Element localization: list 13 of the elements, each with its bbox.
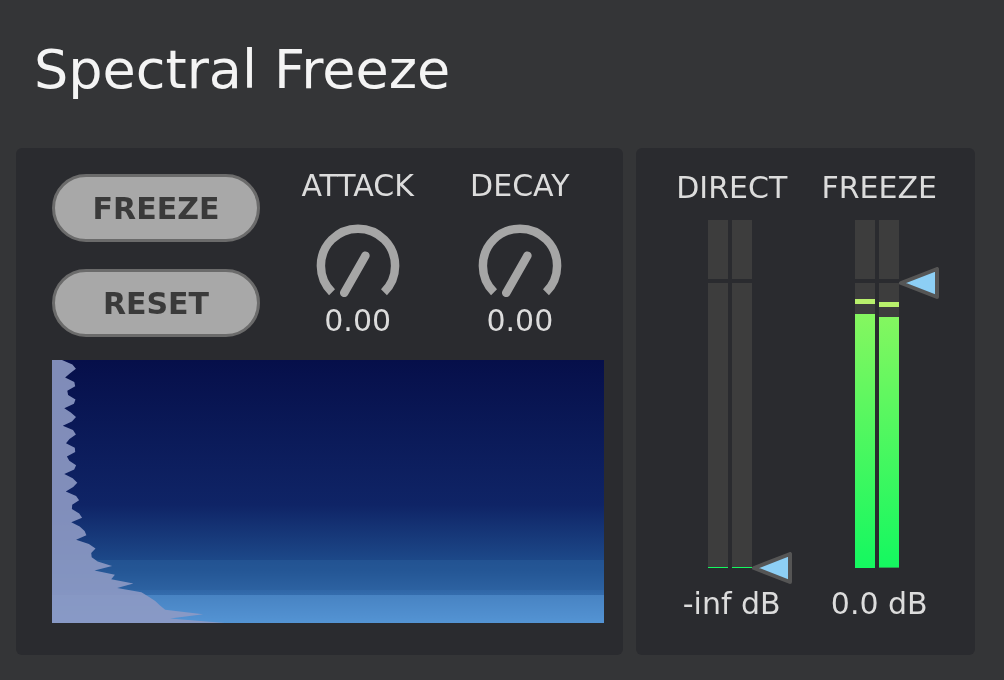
knob-label: ATTACK — [301, 168, 414, 204]
meter-label: FREEZE — [821, 170, 937, 206]
meter-reading: 0.0 dB — [830, 586, 928, 622]
fader-handle[interactable] — [751, 552, 792, 584]
knob-value: 0.00 — [486, 306, 554, 336]
plugin-title: Spectral Freeze — [34, 37, 452, 103]
fader-handle[interactable] — [899, 266, 940, 299]
meter-reading: -inf dB — [682, 586, 781, 622]
pill-button[interactable]: FREEZE — [52, 174, 260, 242]
meter-label: DIRECT — [676, 170, 788, 206]
knob-label: DECAY — [470, 168, 570, 204]
knob-value: 0.00 — [324, 306, 392, 336]
pill-button[interactable]: RESET — [52, 269, 260, 337]
